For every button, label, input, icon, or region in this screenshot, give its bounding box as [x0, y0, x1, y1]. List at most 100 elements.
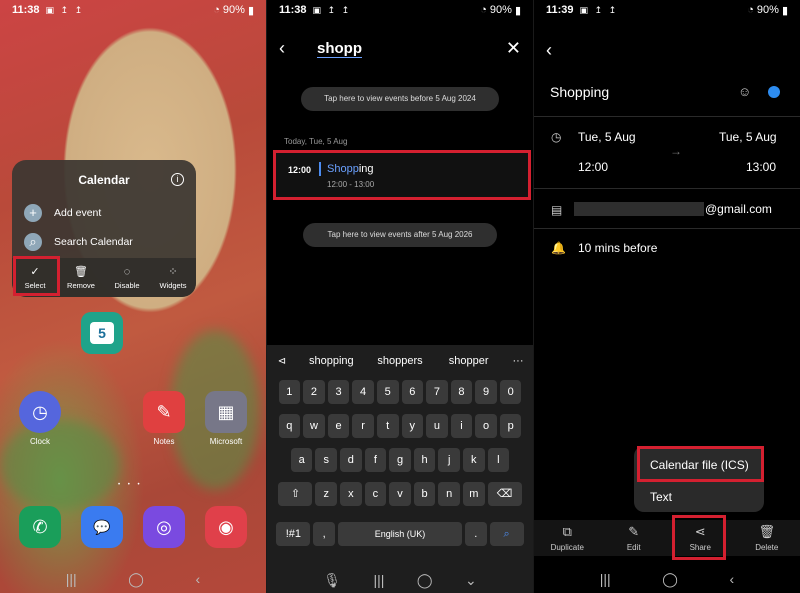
- notes-app-icon[interactable]: ✎: [143, 391, 185, 433]
- key[interactable]: n: [438, 482, 460, 506]
- home-icon[interactable]: ◯: [662, 571, 678, 588]
- back-arrow-icon[interactable]: ‹: [546, 40, 552, 61]
- microsoft-folder-icon[interactable]: ▦: [205, 391, 247, 433]
- reminder-text[interactable]: 10 mins before: [578, 241, 657, 255]
- add-event-item[interactable]: + Add event: [24, 204, 101, 222]
- remove-button[interactable]: 🗑 Remove: [58, 258, 104, 297]
- suggestion-item[interactable]: shopping: [297, 355, 366, 367]
- key[interactable]: x: [340, 482, 362, 506]
- key[interactable]: 8: [450, 380, 473, 404]
- home-icon[interactable]: ◯: [417, 572, 433, 589]
- key[interactable]: b: [413, 482, 436, 506]
- more-icon[interactable]: ···: [503, 355, 533, 367]
- key[interactable]: g: [389, 448, 411, 472]
- delete-button[interactable]: 🗑 Delete: [734, 520, 800, 556]
- close-icon[interactable]: ✕: [506, 38, 521, 59]
- duplicate-button[interactable]: ⧉ Duplicate: [534, 520, 601, 556]
- key[interactable]: 9: [475, 380, 497, 404]
- home-screen-panel: 11:38 ▣ ↥ ↥ ◔ 90% ▮ Calendar i + Add event…: [0, 0, 266, 593]
- space-key[interactable]: English (UK): [338, 522, 462, 546]
- info-icon[interactable]: i: [171, 173, 184, 186]
- key[interactable]: k: [462, 448, 485, 472]
- start-time[interactable]: 12:00: [578, 160, 608, 174]
- key[interactable]: 3: [327, 380, 350, 404]
- key[interactable]: s: [315, 448, 338, 472]
- notification-icons: ▣ ↥ ↥: [45, 4, 85, 15]
- event-color-dot[interactable]: [768, 86, 780, 98]
- key[interactable]: e: [327, 414, 350, 438]
- backspace-key-icon[interactable]: ⌫: [487, 482, 522, 506]
- key[interactable]: m: [462, 482, 485, 506]
- messages-app-icon[interactable]: 💬: [81, 506, 123, 548]
- key[interactable]: d: [340, 448, 362, 472]
- key[interactable]: 7: [426, 380, 448, 404]
- key[interactable]: t: [376, 414, 399, 438]
- key[interactable]: q: [278, 414, 301, 438]
- view-later-events-button[interactable]: Tap here to view events after 5 Aug 2026: [303, 223, 497, 247]
- clock-app-icon[interactable]: ◷: [19, 391, 61, 433]
- symbols-key[interactable]: !#1: [276, 522, 311, 546]
- phone-app-icon[interactable]: ✆: [19, 506, 61, 548]
- key[interactable]: f: [364, 448, 387, 472]
- key[interactable]: z: [315, 482, 338, 506]
- camera-app-icon[interactable]: ◉: [205, 506, 247, 548]
- back-icon[interactable]: ‹: [196, 571, 201, 587]
- recents-icon[interactable]: |||: [66, 571, 77, 587]
- key[interactable]: y: [401, 414, 424, 438]
- key[interactable]: l: [487, 448, 510, 472]
- comma-key[interactable]: ,: [313, 522, 335, 546]
- share-text-option[interactable]: Text: [650, 490, 672, 504]
- arrow-right-icon: →: [670, 144, 682, 158]
- start-date[interactable]: Tue, 5 Aug: [578, 130, 636, 144]
- suggestion-item[interactable]: shopper: [434, 355, 503, 367]
- disable-button[interactable]: ◌ Disable: [104, 258, 150, 297]
- edit-button[interactable]: ✎ Edit: [601, 520, 668, 556]
- microsoft-label: Microsoft: [209, 437, 243, 446]
- key[interactable]: 5: [376, 380, 399, 404]
- search-key-icon[interactable]: ⌕: [489, 522, 524, 546]
- suggestion-item[interactable]: shoppers: [366, 355, 435, 367]
- search-input[interactable]: shopp: [317, 40, 362, 58]
- redacted-email: [574, 202, 704, 216]
- key[interactable]: w: [303, 414, 325, 438]
- key[interactable]: 2: [303, 380, 325, 404]
- key[interactable]: 1: [278, 380, 301, 404]
- home-icon[interactable]: ◯: [128, 571, 144, 588]
- shift-key-icon[interactable]: ⇧: [278, 482, 313, 506]
- key[interactable]: u: [426, 414, 448, 438]
- hide-keyboard-icon[interactable]: ⌄: [465, 572, 477, 589]
- wallpaper-decor: [0, 420, 120, 510]
- keyboard-toolbar-icon[interactable]: ⊲: [267, 356, 297, 367]
- microphone-icon[interactable]: 🎙: [323, 572, 341, 589]
- back-icon[interactable]: ‹: [730, 571, 735, 587]
- key[interactable]: p: [499, 414, 522, 438]
- emoji-icon[interactable]: ☺: [738, 84, 751, 99]
- key[interactable]: r: [352, 414, 374, 438]
- calendar-app-icon[interactable]: 5: [81, 312, 123, 354]
- end-date[interactable]: Tue, 5 Aug: [719, 130, 777, 144]
- recents-icon[interactable]: |||: [600, 571, 611, 587]
- browser-app-icon[interactable]: ◎: [143, 506, 185, 548]
- key[interactable]: 4: [352, 380, 374, 404]
- event-result-card[interactable]: 12:00 Shopping 12:00 - 13:00: [273, 150, 531, 200]
- period-key[interactable]: .: [465, 522, 487, 546]
- search-calendar-item[interactable]: ⌕ Search Calendar: [24, 233, 133, 251]
- widgets-button[interactable]: ⁘ Widgets: [150, 258, 196, 297]
- edit-icon: ✎: [628, 524, 640, 539]
- event-title: Shopping: [550, 84, 610, 100]
- key[interactable]: 0: [499, 380, 522, 404]
- key[interactable]: a: [290, 448, 313, 472]
- recents-icon[interactable]: |||: [373, 572, 384, 588]
- end-time[interactable]: 13:00: [746, 160, 776, 174]
- view-earlier-events-button[interactable]: Tap here to view events before 5 Aug 202…: [301, 87, 499, 111]
- key[interactable]: 6: [401, 380, 424, 404]
- back-arrow-icon[interactable]: ‹: [279, 38, 303, 59]
- key[interactable]: o: [475, 414, 497, 438]
- key[interactable]: c: [364, 482, 387, 506]
- key[interactable]: j: [438, 448, 460, 472]
- status-bar: 11:39 ▣ ↥ ↥ ◔ 90% ▮: [534, 0, 800, 20]
- key[interactable]: i: [450, 414, 473, 438]
- nav-bar: ||| ◯ ‹: [534, 565, 800, 593]
- key[interactable]: v: [389, 482, 411, 506]
- key[interactable]: h: [413, 448, 436, 472]
